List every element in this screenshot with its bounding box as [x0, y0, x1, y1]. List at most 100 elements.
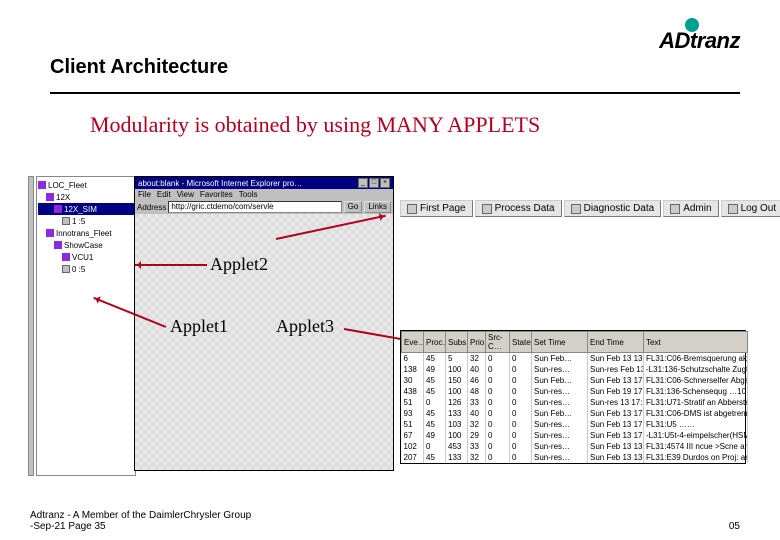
table-row[interactable]: 5101263300Sun-res…Sun-res 13 17:3…FL31:U… — [402, 397, 748, 408]
links-button[interactable]: Links — [364, 201, 391, 213]
button-label: Diagnostic Data — [584, 203, 655, 214]
table-cell: 0 — [486, 353, 510, 364]
tree-item[interactable]: 12X_SIM — [38, 203, 134, 215]
button-label: Process Data — [495, 203, 555, 214]
table-header[interactable]: Text — [644, 332, 748, 353]
divider — [50, 92, 740, 94]
folder-icon — [54, 205, 62, 213]
tree-item[interactable]: LOC_Fleet — [38, 179, 134, 191]
tree-item[interactable]: ShowCase — [38, 239, 134, 251]
table-row[interactable]: 30451504600Sun Feb…Sun Feb 13 17:1…FL31:… — [402, 375, 748, 386]
table-cell: 0 — [510, 353, 532, 364]
footer-text: Adtranz - A Member of the DaimlerChrysle… — [30, 510, 251, 532]
table-cell: 45 — [424, 408, 446, 419]
table-cell: 0 — [486, 452, 510, 463]
menu-edit[interactable]: Edit — [157, 190, 171, 199]
table-cell: Sun Feb 19 17:2… — [588, 386, 644, 397]
table-cell: 33 — [468, 397, 486, 408]
logout-icon — [728, 204, 738, 214]
table-cell: 93 — [402, 408, 424, 419]
close-icon[interactable]: × — [380, 178, 390, 188]
address-bar: Address http://gric.ctdemo/com/servle Go… — [135, 200, 393, 214]
table-cell: 40 — [468, 364, 486, 375]
table-row[interactable]: 207451333200Sun-res…Sun Feb 13 13:3…FL31… — [402, 452, 748, 463]
table-cell: 0 — [510, 408, 532, 419]
address-label: Address — [137, 203, 166, 212]
table-cell: 438 — [402, 386, 424, 397]
table-cell: 100 — [446, 364, 468, 375]
table-cell: 29 — [468, 430, 486, 441]
table-cell: FL31:U5 …… — [644, 419, 748, 430]
table-row[interactable]: 93451334000Sun Feb…Sun Feb 13 17:0…FL31:… — [402, 408, 748, 419]
logout-button[interactable]: Log Out — [721, 200, 780, 217]
process-data-button[interactable]: Process Data — [475, 200, 562, 217]
table-cell: 0 — [424, 441, 446, 452]
tree-item[interactable]: Innotrans_Fleet — [38, 227, 134, 239]
table-header[interactable]: End Time — [588, 332, 644, 353]
browser-title-text: about:blank - Microsoft Internet Explore… — [138, 179, 302, 188]
table-cell: 45 — [424, 386, 446, 397]
table-header[interactable]: Prio — [468, 332, 486, 353]
applet3-label: Applet3 — [276, 316, 334, 337]
maximize-icon[interactable]: □ — [369, 178, 379, 188]
tree-item[interactable]: 12X — [38, 191, 134, 203]
table-cell: 30 — [402, 375, 424, 386]
folder-icon — [38, 181, 46, 189]
admin-button[interactable]: Admin — [663, 200, 718, 217]
address-input[interactable]: http://gric.ctdemo/com/servle — [168, 201, 341, 213]
table-cell: 0 — [486, 397, 510, 408]
table-cell: FL31:E39 Durdos on Proj: angel — [644, 452, 748, 463]
screenshot-area: LOC_Fleet 12X 12X_SIM 1 :5 Innotrans_Fle… — [30, 176, 750, 500]
table-header[interactable]: Eve… — [402, 332, 424, 353]
tree-drag-handle[interactable] — [28, 176, 34, 476]
applet1-label: Applet1 — [170, 316, 228, 337]
data-table: Eve…Proc…Subs…PrioSrc-C…StateSet TimeEnd… — [400, 330, 746, 464]
diagnostic-data-button[interactable]: Diagnostic Data — [564, 200, 662, 217]
table-cell: -L31:U5t-4-eimpelscher(HSM):ausg — [644, 430, 748, 441]
menu-favorites[interactable]: Favorites — [200, 190, 233, 199]
table-cell: Sun Feb 13 17:0… — [588, 408, 644, 419]
menu-tools[interactable]: Tools — [239, 190, 258, 199]
go-button[interactable]: Go — [344, 201, 363, 213]
table-cell: 49 — [424, 364, 446, 375]
table-cell: 133 — [446, 408, 468, 419]
table-header[interactable]: State — [510, 332, 532, 353]
minimize-icon[interactable]: _ — [358, 178, 368, 188]
table-cell: Sun-res… — [532, 419, 588, 430]
table-header[interactable]: Src-C… — [486, 332, 510, 353]
table-cell: Sun Feb 13 17:9… — [588, 419, 644, 430]
table-cell: Sun-res… — [532, 397, 588, 408]
table-cell: Sun-res 13 17:3… — [588, 397, 644, 408]
table-row[interactable]: 51451033200Sun-res…Sun Feb 13 17:9…FL31:… — [402, 419, 748, 430]
table-cell: 0 — [510, 364, 532, 375]
table-header[interactable]: Proc… — [424, 332, 446, 353]
tree-item[interactable]: VCU1 — [38, 251, 134, 263]
table-row[interactable]: 10204533300Sun-res…Sun Feb 13 13:0…FL31:… — [402, 441, 748, 452]
table-row[interactable]: 67491002900Sun-res…Sun Feb 13 17:3…-L31:… — [402, 430, 748, 441]
tree-label: 12X — [56, 193, 70, 202]
table-cell: 0 — [510, 430, 532, 441]
logo-text: ADtranz — [659, 28, 740, 54]
menu-view[interactable]: View — [177, 190, 194, 199]
table-cell: Sun Feb 13 17:1… — [588, 375, 644, 386]
button-label: Log Out — [741, 203, 777, 214]
folder-icon — [54, 241, 62, 249]
table-cell: 103 — [446, 419, 468, 430]
table-cell: 100 — [446, 386, 468, 397]
table-cell: Sun Feb… — [532, 408, 588, 419]
table-row[interactable]: 64553200Sun Feb…Sun Feb 13 13:5…FL31:C06… — [402, 353, 748, 364]
table-cell: FL31:C06-DMS ist abgetrennt — [644, 408, 748, 419]
table-row[interactable]: 138491004000Sun-res…Sun-res Feb 13 13:…-… — [402, 364, 748, 375]
first-page-button[interactable]: First Page — [400, 200, 473, 217]
tree-label: Innotrans_Fleet — [56, 229, 112, 238]
table-cell: 6 — [402, 353, 424, 364]
table-cell: Sun-res… — [532, 430, 588, 441]
table-row[interactable]: 438451004800Sun-res…Sun Feb 19 17:2…FL31… — [402, 386, 748, 397]
browser-titlebar[interactable]: about:blank - Microsoft Internet Explore… — [135, 177, 393, 189]
table-header[interactable]: Set Time — [532, 332, 588, 353]
browser-viewport — [135, 214, 393, 470]
tree-item[interactable]: 0 :5 — [38, 263, 134, 275]
menu-file[interactable]: File — [138, 190, 151, 199]
tree-item[interactable]: 1 :5 — [38, 215, 134, 227]
table-header[interactable]: Subs… — [446, 332, 468, 353]
